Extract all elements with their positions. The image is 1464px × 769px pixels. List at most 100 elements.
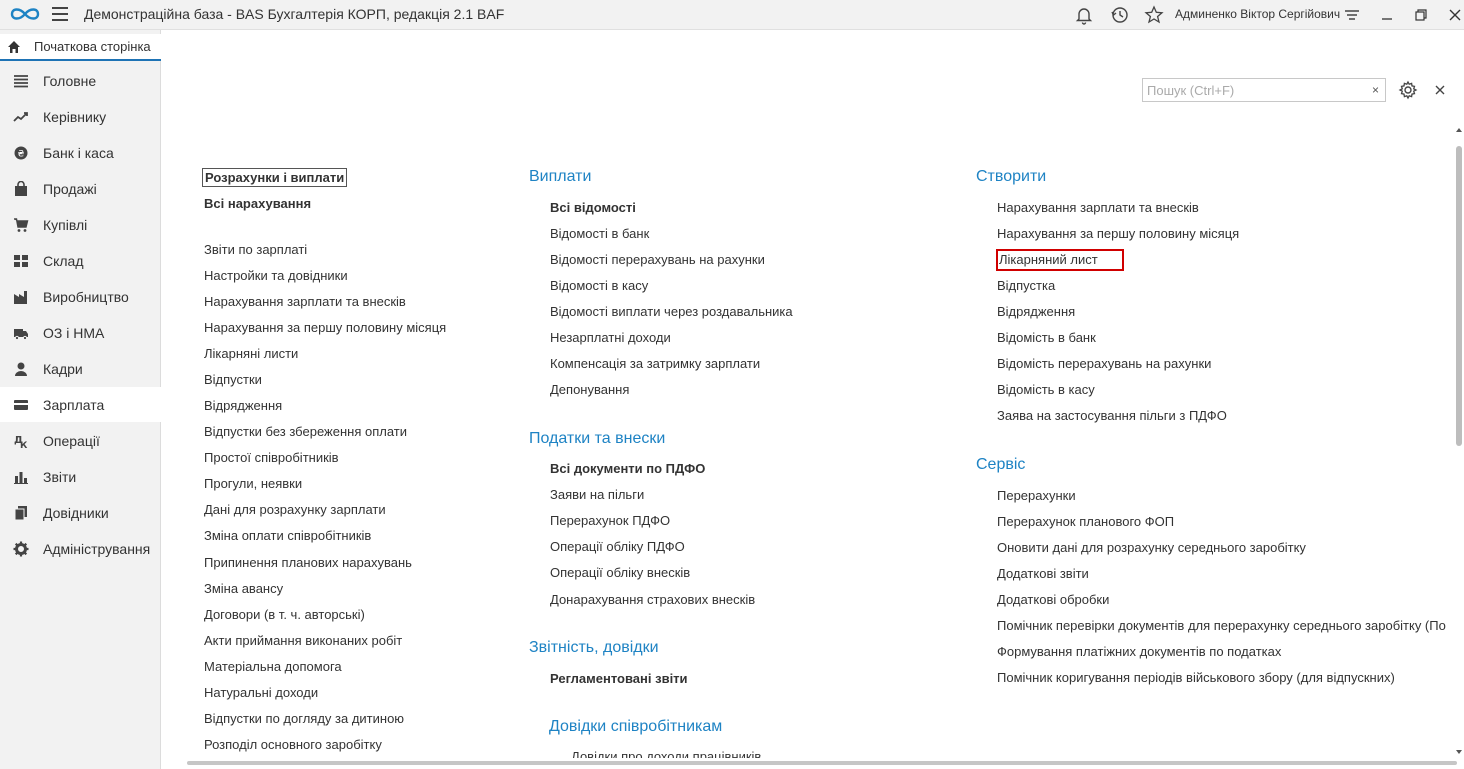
create-link[interactable]: Відомість перерахувань на рахунки <box>997 356 1211 371</box>
sidebar-item-warehouse[interactable]: Склад <box>0 243 161 278</box>
minimize-icon[interactable] <box>1376 4 1398 26</box>
vertical-scrollbar[interactable] <box>1454 126 1464 756</box>
payroll-link[interactable]: Відпустки по догляду за дитиною <box>204 711 404 726</box>
create-link[interactable]: Нарахування зарплати та внесків <box>997 200 1199 215</box>
create-link[interactable]: Заява на застосування пільги з ПДФО <box>997 408 1227 423</box>
service-link[interactable]: Перерахунки <box>997 488 1076 503</box>
sidebar-item-label: Банк і каса <box>43 144 114 161</box>
star-icon[interactable] <box>1143 4 1165 26</box>
payroll-link[interactable]: Простої співробітників <box>204 450 339 465</box>
sidebar-item-sales[interactable]: Продажі <box>0 171 161 206</box>
bell-icon[interactable] <box>1073 4 1095 26</box>
current-user[interactable]: Админенко Віктор Сергійович <box>1175 7 1340 21</box>
sidebar-item-label: Довідники <box>43 504 109 521</box>
scroll-down-icon[interactable] <box>1455 748 1463 756</box>
all-pdfo-docs-link[interactable]: Всі документи по ПДФО <box>550 461 705 476</box>
section-title-payroll[interactable]: Розрахунки і виплати <box>202 168 348 187</box>
sidebar-item-main[interactable]: Головне <box>0 63 161 98</box>
sidebar-item-hr[interactable]: Кадри <box>0 351 161 386</box>
service-link[interactable]: Додаткові обробки <box>997 592 1109 607</box>
payroll-link[interactable]: Натуральні доходи <box>204 685 318 700</box>
create-link[interactable]: Відомість в банк <box>997 330 1096 345</box>
create-link[interactable]: Відомість в касу <box>997 382 1095 397</box>
taxes-link[interactable]: Заяви на пільги <box>550 487 644 502</box>
sidebar-item-salary[interactable]: Зарплата <box>0 387 161 422</box>
payroll-link[interactable]: Відпустки без збереження оплати <box>204 424 407 439</box>
section-title-certificates[interactable]: Довідки співробітникам <box>549 718 722 736</box>
service-link[interactable]: Формування платіжних документів по подат… <box>997 644 1281 659</box>
section-title-reports[interactable]: Звітність, довідки <box>529 639 659 657</box>
scrollbar-thumb[interactable] <box>1456 146 1462 446</box>
sidebar-item-directories[interactable]: Довідники <box>0 495 161 530</box>
sidebar-item-operations[interactable]: ДК Операції <box>0 423 161 458</box>
bas-logo-icon[interactable] <box>10 5 40 23</box>
payroll-link[interactable]: Припинення планових нарахувань <box>204 555 412 570</box>
payments-link[interactable]: Депонування <box>550 382 629 397</box>
taxes-link[interactable]: Донарахування страхових внесків <box>550 592 755 607</box>
taxes-link[interactable]: Перерахунок ПДФО <box>550 513 670 528</box>
books-icon <box>12 504 30 522</box>
payroll-link[interactable]: Нарахування зарплати та внесків <box>204 294 406 309</box>
search-input[interactable] <box>1142 78 1367 102</box>
service-link[interactable]: Оновити дані для розрахунку середнього з… <box>997 540 1306 555</box>
all-statements-link[interactable]: Всі відомості <box>550 200 636 215</box>
payroll-link[interactable]: Матеріальна допомога <box>204 659 342 674</box>
payroll-link[interactable]: Настройки та довідники <box>204 268 348 283</box>
horizontal-scrollbar[interactable] <box>187 761 1457 765</box>
payments-link[interactable]: Відомості в касу <box>550 278 648 293</box>
home-tab[interactable]: Початкова сторінка <box>0 34 161 61</box>
certificates-link[interactable]: Довідки про доходи працівників <box>571 749 761 758</box>
sidebar-item-purchases[interactable]: Купівлі <box>0 207 161 242</box>
sidebar-item-production[interactable]: Виробництво <box>0 279 161 314</box>
payments-link[interactable]: Відомості в банк <box>550 226 649 241</box>
all-accruals-link[interactable]: Всі нарахування <box>204 196 311 211</box>
create-link[interactable]: Відрядження <box>997 304 1075 319</box>
restore-icon[interactable] <box>1410 4 1432 26</box>
scroll-up-icon[interactable] <box>1455 126 1463 134</box>
taxes-link[interactable]: Операції обліку ПДФО <box>550 539 685 554</box>
payroll-link[interactable]: Дані для розрахунку зарплати <box>204 502 386 517</box>
create-sick-leave-link[interactable]: Лікарняний лист <box>996 249 1124 271</box>
sidebar-item-fixed-assets[interactable]: ОЗ і НМА <box>0 315 161 350</box>
payroll-link[interactable]: Зміна оплати співробітників <box>204 528 371 543</box>
service-link[interactable]: Перерахунок планового ФОП <box>997 514 1174 529</box>
gear-icon <box>12 540 30 558</box>
payments-link[interactable]: Відомості перерахувань на рахунки <box>550 252 765 267</box>
hamburger-icon[interactable] <box>52 7 68 21</box>
section-title-service[interactable]: Сервіс <box>976 456 1025 474</box>
payroll-link[interactable]: Договори (в т. ч. авторські) <box>204 607 365 622</box>
close-panel-icon[interactable] <box>1432 82 1448 98</box>
payroll-link[interactable]: Відрядження <box>204 398 282 413</box>
close-icon[interactable] <box>1444 4 1464 26</box>
payroll-link[interactable]: Нарахування за першу половину місяця <box>204 320 446 335</box>
section-title-create[interactable]: Створити <box>976 168 1046 186</box>
regulated-reports-link[interactable]: Регламентовані звіти <box>550 671 688 686</box>
sidebar-item-administration[interactable]: Адміністрування <box>0 531 161 566</box>
service-link[interactable]: Помічник перевірки документів для перера… <box>997 618 1452 633</box>
settings-gear-icon[interactable] <box>1398 80 1418 100</box>
create-link[interactable]: Нарахування за першу половину місяця <box>997 226 1239 241</box>
section-title-taxes[interactable]: Податки та внески <box>529 430 665 448</box>
payroll-link[interactable]: Звіти по зарплаті <box>204 242 307 257</box>
payroll-link[interactable]: Зміна авансу <box>204 581 283 596</box>
taxes-link[interactable]: Операції обліку внесків <box>550 565 690 580</box>
service-link[interactable]: Додаткові звіти <box>997 566 1089 581</box>
search-clear-button[interactable]: × <box>1366 78 1386 102</box>
payments-link[interactable]: Незарплатні доходи <box>550 330 671 345</box>
payroll-link[interactable]: Лікарняні листи <box>204 346 298 361</box>
sidebar-item-label: Кадри <box>43 360 83 377</box>
payments-link[interactable]: Відомості виплати через роздавальника <box>550 304 793 319</box>
sidebar-item-bank[interactable]: ₴ Банк і каса <box>0 135 161 170</box>
payroll-link[interactable]: Прогули, неявки <box>204 476 302 491</box>
sidebar-item-manager[interactable]: Керівнику <box>0 99 161 134</box>
service-link[interactable]: Помічник коригування періодів військовог… <box>997 670 1395 685</box>
history-icon[interactable] <box>1109 4 1131 26</box>
filter-menu-icon[interactable] <box>1341 4 1363 26</box>
create-link[interactable]: Відпустка <box>997 278 1055 293</box>
payroll-link[interactable]: Розподіл основного заробітку <box>204 737 382 752</box>
payroll-link[interactable]: Акти приймання виконаних робіт <box>204 633 402 648</box>
section-title-payments[interactable]: Виплати <box>529 168 591 186</box>
payroll-link[interactable]: Відпустки <box>204 372 262 387</box>
payments-link[interactable]: Компенсація за затримку зарплати <box>550 356 760 371</box>
sidebar-item-reports[interactable]: Звіти <box>0 459 161 494</box>
